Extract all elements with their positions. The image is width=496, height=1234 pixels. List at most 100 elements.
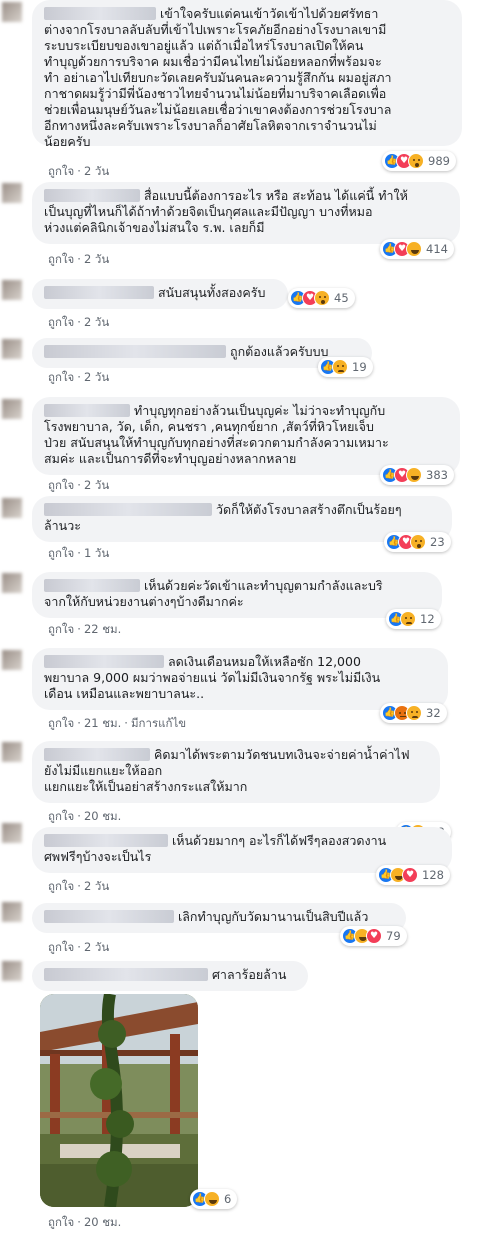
reaction-summary[interactable]: 👍 ♥ 383 — [380, 465, 454, 485]
comment-bubble: ลดเงินเดือนหมอให้เหลือซัก 12,000 พยาบาล … — [32, 648, 448, 710]
comment-time[interactable]: 1 วัน — [84, 545, 109, 563]
avatar[interactable] — [2, 339, 22, 359]
comment-actions: ถูกใจ · 22 ชม. — [48, 621, 121, 639]
avatar[interactable] — [2, 823, 22, 843]
like-link[interactable]: ถูกใจ — [48, 621, 74, 639]
separator-dot: · — [77, 940, 81, 954]
commenter-name[interactable] — [44, 748, 150, 761]
haha-icon — [406, 241, 422, 257]
comment-time[interactable]: 2 วัน — [84, 939, 109, 957]
commenter-name[interactable] — [44, 345, 226, 358]
comment-time[interactable]: 2 วัน — [84, 251, 109, 269]
reaction-summary[interactable]: 👍 6 — [190, 1189, 238, 1209]
avatar[interactable] — [2, 498, 22, 518]
comment-bubble: คิดมาได้พระตามวัดชนบทเงินจะจ่ายค่าน้ำค่า… — [32, 741, 440, 803]
reaction-count: 45 — [334, 291, 349, 305]
wow-icon — [410, 534, 426, 550]
comment-actions: ถูกใจ · 2 วัน — [48, 477, 109, 495]
separator-dot: · — [77, 164, 81, 178]
separator-dot: · — [124, 716, 128, 730]
comment-time[interactable]: 2 วัน — [84, 477, 109, 495]
commenter-name[interactable] — [44, 404, 130, 417]
commenter-name[interactable] — [44, 579, 140, 592]
haha-icon — [406, 467, 422, 483]
avatar[interactable] — [2, 742, 22, 762]
like-link[interactable]: ถูกใจ — [48, 369, 74, 387]
separator-dot: · — [77, 546, 81, 560]
commenter-name[interactable] — [44, 189, 140, 202]
commenter-name[interactable] — [44, 503, 212, 516]
reaction-summary[interactable]: 👍 ♥ 45 — [288, 288, 355, 308]
reaction-count: 79 — [386, 929, 401, 943]
separator-dot: · — [77, 478, 81, 492]
comment-bubble: ทำบุญทุกอย่างล้วนเป็นบุญค่ะ ไม่ว่าจะทำบุ… — [32, 397, 460, 475]
comment-actions: ถูกใจ · 21 ชม. · มีการแก้ไข — [48, 715, 186, 733]
comment-actions: ถูกใจ · 20 ชม. — [48, 808, 121, 826]
comment-actions: ถูกใจ · 20 ชม. — [48, 1214, 121, 1232]
avatar[interactable] — [2, 650, 22, 670]
comment-bubble: เข้าใจครับแต่คนเข้าวัดเข้าไปด้วยศรัทธา ต… — [32, 0, 462, 149]
like-link[interactable]: ถูกใจ — [48, 545, 74, 563]
reaction-count: 128 — [422, 868, 444, 882]
comment-time[interactable]: 2 วัน — [84, 878, 109, 896]
comment-time[interactable]: 20 ชม. — [84, 808, 121, 826]
like-link[interactable]: ถูกใจ — [48, 878, 74, 896]
comment-text: เลิกทำบุญกับวัดมานานเป็นสิบปีแล้ว — [178, 909, 369, 924]
like-link[interactable]: ถูกใจ — [48, 1214, 74, 1232]
comment-text: สนับสนุนทั้งสองครับ — [158, 285, 266, 300]
reaction-summary[interactable]: 👍 ♥ 23 — [384, 532, 451, 552]
like-link[interactable]: ถูกใจ — [48, 251, 74, 269]
like-link[interactable]: ถูกใจ — [48, 808, 74, 826]
reaction-count: 6 — [224, 1192, 232, 1206]
reaction-summary[interactable]: 👍 ♥ 989 — [382, 151, 456, 171]
wow-icon — [408, 153, 424, 169]
like-link[interactable]: ถูกใจ — [48, 939, 74, 957]
comment-time[interactable]: 2 วัน — [84, 314, 109, 332]
comment-actions: ถูกใจ · 2 วัน — [48, 878, 109, 896]
like-link[interactable]: ถูกใจ — [48, 163, 74, 181]
comment-bubble: เห็นด้วยค่ะวัดเข้าและทำบุญตามกำลังและบริ… — [32, 572, 442, 618]
avatar[interactable] — [2, 280, 22, 300]
like-link[interactable]: ถูกใจ — [48, 314, 74, 332]
comment-text: ศาลาร้อยล้าน — [212, 967, 287, 982]
wow-icon — [314, 290, 330, 306]
attached-photo[interactable] — [40, 994, 198, 1207]
comment-time[interactable]: 20 ชม. — [84, 1214, 121, 1232]
comment-time[interactable]: 2 วัน — [84, 163, 109, 181]
comment-actions: ถูกใจ · 2 วัน — [48, 939, 109, 957]
edited-label[interactable]: มีการแก้ไข — [131, 715, 186, 733]
comment-actions: ถูกใจ · 1 วัน — [48, 545, 109, 563]
commenter-name[interactable] — [44, 834, 168, 847]
commenter-name[interactable] — [44, 7, 156, 20]
sad-icon — [400, 611, 416, 627]
comment-text: เข้าใจครับแต่คนเข้าวัดเข้าไปด้วยศรัทธา ต… — [44, 6, 392, 149]
commenter-name[interactable] — [44, 968, 208, 981]
sad-icon — [406, 705, 422, 721]
comment-actions: ถูกใจ · 2 วัน — [48, 369, 109, 387]
reaction-summary[interactable]: 👍 ♥ 79 — [340, 926, 407, 946]
avatar[interactable] — [2, 399, 22, 419]
comment-actions: ถูกใจ · 2 วัน — [48, 251, 109, 269]
commenter-name[interactable] — [44, 655, 164, 668]
reaction-summary[interactable]: 👍 12 — [386, 609, 441, 629]
avatar[interactable] — [2, 902, 22, 922]
reaction-summary[interactable]: 👍 ♥ 128 — [376, 865, 450, 885]
reaction-count: 383 — [426, 468, 448, 482]
avatar[interactable] — [2, 183, 22, 203]
reaction-summary[interactable]: 👍 32 — [380, 703, 447, 723]
comment-time[interactable]: 2 วัน — [84, 369, 109, 387]
reaction-summary[interactable]: 👍 19 — [318, 357, 373, 377]
separator-dot: · — [77, 1215, 81, 1229]
commenter-name[interactable] — [44, 910, 174, 923]
comment-actions: ถูกใจ · 2 วัน — [48, 314, 109, 332]
avatar[interactable] — [2, 961, 22, 981]
comment-time[interactable]: 21 ชม. — [84, 715, 121, 733]
like-link[interactable]: ถูกใจ — [48, 715, 74, 733]
avatar[interactable] — [2, 573, 22, 593]
avatar[interactable] — [2, 2, 22, 22]
commenter-name[interactable] — [44, 286, 154, 299]
like-link[interactable]: ถูกใจ — [48, 477, 74, 495]
reaction-summary[interactable]: 👍 ♥ 414 — [380, 239, 454, 259]
reaction-count: 32 — [426, 706, 441, 720]
comment-time[interactable]: 22 ชม. — [84, 621, 121, 639]
